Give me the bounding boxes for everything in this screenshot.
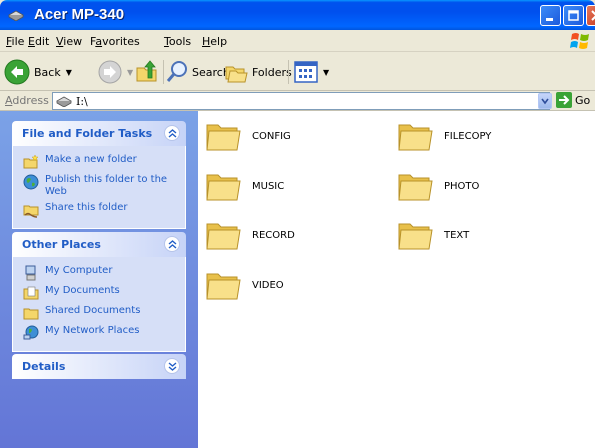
back-arrow-icon: [4, 59, 30, 85]
close-button[interactable]: [586, 5, 595, 26]
minimize-icon: [546, 18, 553, 21]
chevron-down-icon: [541, 98, 549, 105]
address-value: I:\: [76, 94, 88, 108]
maximize-button[interactable]: [563, 5, 584, 26]
standard-toolbar: Back ▼ ▼ Search Folders ▼: [0, 53, 595, 91]
folder-item[interactable]: CONFIG: [204, 119, 291, 153]
details-panel: Details: [12, 354, 186, 379]
menu-tools[interactable]: Tools: [164, 35, 191, 48]
place-my-network-places[interactable]: My Network Places: [13, 323, 185, 343]
folder-label: FILECOPY: [444, 130, 492, 142]
computer-icon: [25, 265, 36, 281]
drive-icon: [8, 10, 24, 21]
panel-header[interactable]: Details: [12, 354, 186, 379]
place-shared-documents[interactable]: Shared Documents: [13, 303, 185, 323]
file-folder-tasks-panel: File and Folder Tasks Make a new folder …: [12, 121, 186, 229]
expand-button[interactable]: [164, 358, 180, 374]
folder-icon: [206, 223, 241, 250]
back-dropdown-icon[interactable]: ▼: [66, 68, 72, 77]
go-arrow-icon: [556, 92, 572, 108]
folder-icon: [206, 124, 241, 151]
toolbar-separator: [163, 60, 164, 84]
folder-label: TEXT: [444, 229, 470, 241]
share-folder-icon: [23, 205, 39, 218]
folder-label: VIDEO: [252, 279, 284, 291]
panel-body: My Computer My Documents Shared Document…: [12, 257, 186, 352]
up-folder-icon: [136, 60, 157, 82]
forward-arrow-icon: [98, 60, 122, 84]
views-dropdown-icon[interactable]: ▼: [323, 68, 329, 77]
chevron-up-icon: [168, 129, 177, 138]
folder-item[interactable]: FILECOPY: [396, 119, 491, 153]
folder-item[interactable]: MUSIC: [204, 169, 284, 203]
up-folder-button[interactable]: [134, 57, 160, 87]
globe-icon: [23, 174, 39, 190]
folder-item[interactable]: VIDEO: [204, 268, 284, 302]
task-publish-folder[interactable]: Publish this folder to the Web: [13, 172, 185, 200]
new-folder-icon: [23, 154, 39, 169]
forward-dropdown-icon[interactable]: ▼: [127, 68, 133, 77]
shared-folder-icon: [23, 308, 39, 320]
panel-title: Other Places: [22, 238, 101, 251]
panel-header[interactable]: File and Folder Tasks: [12, 121, 186, 146]
task-share-folder[interactable]: Share this folder: [13, 200, 185, 220]
address-label: Address: [5, 94, 49, 107]
folder-icon: [398, 174, 433, 201]
window-title: Acer MP-340: [34, 6, 125, 23]
search-icon: [166, 61, 187, 82]
minimize-button[interactable]: [540, 5, 561, 26]
chevron-up-icon: [168, 240, 177, 249]
views-button[interactable]: ▼: [294, 57, 329, 87]
address-dropdown-button[interactable]: [538, 93, 552, 109]
title-bar[interactable]: Acer MP-340: [0, 0, 595, 30]
folder-label: PHOTO: [444, 180, 480, 192]
task-make-new-folder[interactable]: Make a new folder: [13, 152, 185, 172]
panel-title: Details: [22, 360, 66, 373]
network-globe-icon: [23, 325, 39, 340]
folder-label: RECORD: [252, 229, 295, 241]
folder-icon: [398, 124, 433, 151]
search-button[interactable]: Search: [166, 57, 230, 87]
collapse-button[interactable]: [164, 125, 180, 141]
drive-icon: [56, 96, 72, 107]
chevron-down-icon: [168, 362, 177, 371]
menu-bar: File Edit View Favorites Tools Help: [0, 30, 595, 52]
forward-button[interactable]: ▼: [98, 57, 133, 87]
folder-item[interactable]: RECORD: [204, 218, 295, 252]
back-button[interactable]: Back ▼: [4, 57, 72, 87]
folders-icon: [225, 66, 248, 83]
menu-view[interactable]: View: [56, 35, 82, 48]
menu-help[interactable]: Help: [202, 35, 227, 48]
folders-button[interactable]: Folders: [224, 57, 292, 87]
menu-file[interactable]: File: [6, 35, 24, 48]
windows-logo-icon: [570, 33, 589, 49]
folder-item[interactable]: PHOTO: [396, 169, 479, 203]
collapse-button[interactable]: [164, 236, 180, 252]
close-icon: [591, 10, 595, 21]
folder-view: CONFIG FILECOPY MUSIC PHOTO RECORD TEXT VIDEO: [198, 111, 595, 448]
place-my-documents[interactable]: My Documents: [13, 283, 185, 303]
address-bar: Address I:\ Go: [0, 91, 595, 111]
folder-icon: [206, 174, 241, 201]
views-icon: [294, 61, 318, 83]
folder-icon: [398, 223, 433, 250]
other-places-panel: Other Places My Computer My Documents Sh…: [12, 232, 186, 352]
panel-title: File and Folder Tasks: [22, 127, 153, 140]
panel-body: Make a new folder Publish this folder to…: [12, 146, 186, 229]
folder-label: MUSIC: [252, 180, 285, 192]
documents-folder-icon: [23, 286, 39, 300]
menu-edit[interactable]: Edit: [28, 35, 49, 48]
toolbar-separator: [288, 60, 289, 84]
go-button[interactable]: Go: [556, 92, 590, 108]
menu-favorites[interactable]: Favorites: [90, 35, 140, 48]
folder-item[interactable]: TEXT: [396, 218, 469, 252]
address-input[interactable]: I:\: [52, 92, 550, 110]
place-my-computer[interactable]: My Computer: [13, 263, 185, 283]
task-pane: File and Folder Tasks Make a new folder …: [0, 111, 198, 448]
folder-label: CONFIG: [252, 130, 291, 142]
maximize-icon: [568, 10, 579, 21]
panel-header[interactable]: Other Places: [12, 232, 186, 257]
folder-icon: [206, 273, 241, 300]
